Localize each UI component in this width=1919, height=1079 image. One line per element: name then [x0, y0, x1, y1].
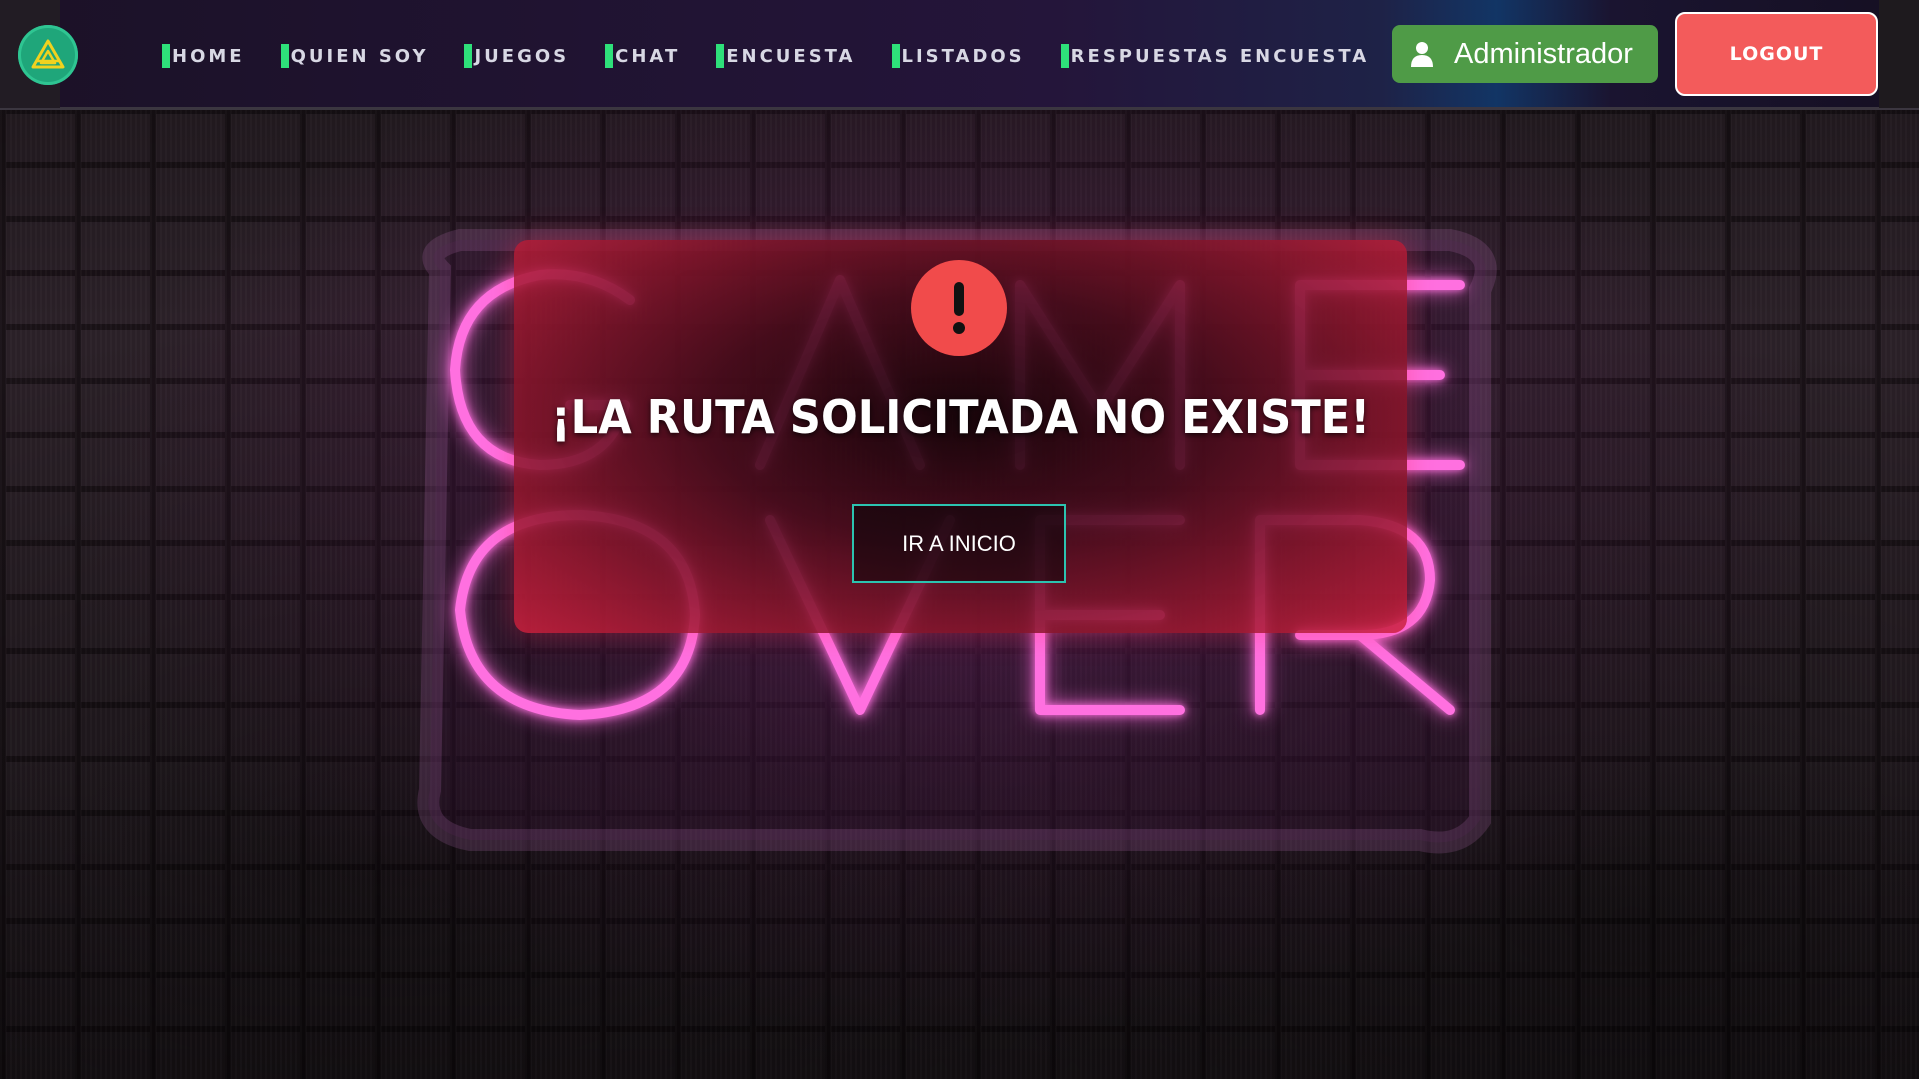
nav-marker: [1060, 44, 1069, 68]
nav-link-juegos[interactable]: JUEGOS: [464, 44, 569, 68]
nav-marker: [716, 44, 725, 68]
logout-button[interactable]: LOGOUT: [1675, 12, 1878, 96]
error-card: ¡LA RUTA SOLICITADA NO EXISTE! IR A INIC…: [514, 240, 1407, 633]
user-badge[interactable]: Administrador: [1392, 25, 1658, 83]
main-nav: HOME QUIEN SOY JUEGOS CHAT ENCUESTA LIST…: [162, 44, 1369, 68]
user-name: Administrador: [1454, 37, 1633, 70]
nav-link-quien-soy[interactable]: QUIEN SOY: [280, 44, 429, 68]
go-home-button[interactable]: IR A INICIO: [852, 504, 1066, 583]
triangle-logo-icon[interactable]: [18, 25, 78, 85]
nav-marker: [162, 44, 170, 68]
nav-link-label: LISTADOS: [901, 45, 1025, 67]
user-icon: [1411, 42, 1433, 67]
nav-link-chat[interactable]: CHAT: [605, 44, 680, 68]
nav-link-label: ENCUESTA: [726, 45, 856, 67]
nav-link-encuesta[interactable]: ENCUESTA: [716, 44, 855, 68]
nav-marker: [605, 44, 614, 68]
nav-link-label: RESPUESTAS ENCUESTA: [1070, 45, 1370, 67]
navbar-right-strip: [1879, 0, 1919, 108]
page: HOME QUIEN SOY JUEGOS CHAT ENCUESTA LIST…: [0, 0, 1919, 1079]
nav-marker: [464, 44, 473, 68]
nav-marker: [280, 44, 289, 68]
nav-link-label: HOME: [172, 45, 245, 67]
error-title: ¡LA RUTA SOLICITADA NO EXISTE!: [550, 390, 1371, 444]
nav-link-label: QUIEN SOY: [290, 45, 429, 67]
exclamation-icon: [911, 260, 1007, 356]
logo-graphic: [31, 39, 65, 69]
nav-marker: [891, 44, 900, 68]
top-navbar: HOME QUIEN SOY JUEGOS CHAT ENCUESTA LIST…: [0, 0, 1919, 110]
nav-link-respuestas-encuesta[interactable]: RESPUESTAS ENCUESTA: [1060, 44, 1370, 68]
nav-link-home[interactable]: HOME: [162, 44, 245, 68]
nav-link-label: CHAT: [615, 45, 681, 67]
exclamation-glyph: [953, 282, 965, 334]
nav-link-listados[interactable]: LISTADOS: [891, 44, 1025, 68]
nav-link-label: JUEGOS: [474, 45, 570, 67]
